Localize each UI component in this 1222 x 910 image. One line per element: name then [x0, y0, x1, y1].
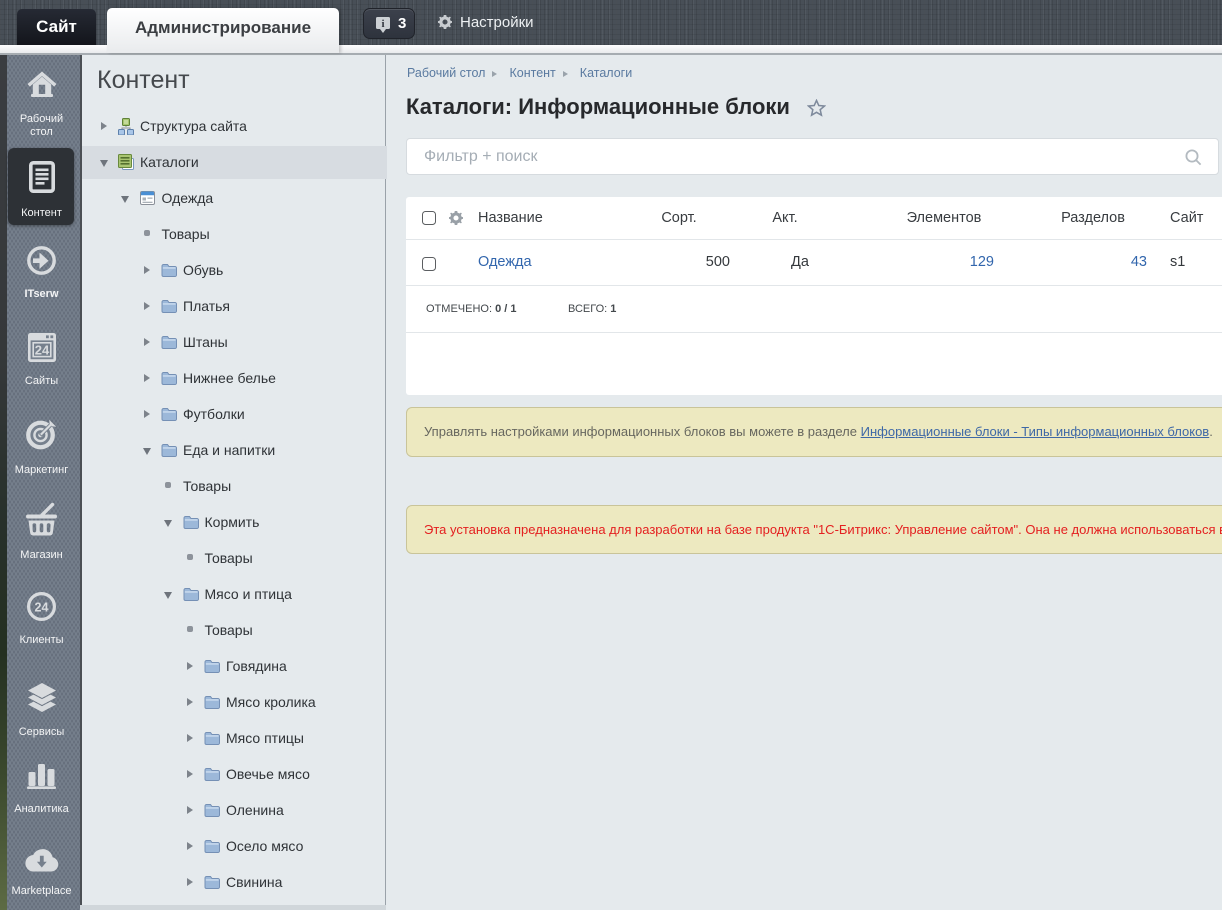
svg-text:24: 24	[35, 601, 49, 615]
svg-text:i: i	[381, 18, 384, 30]
svg-text:24: 24	[34, 343, 49, 358]
